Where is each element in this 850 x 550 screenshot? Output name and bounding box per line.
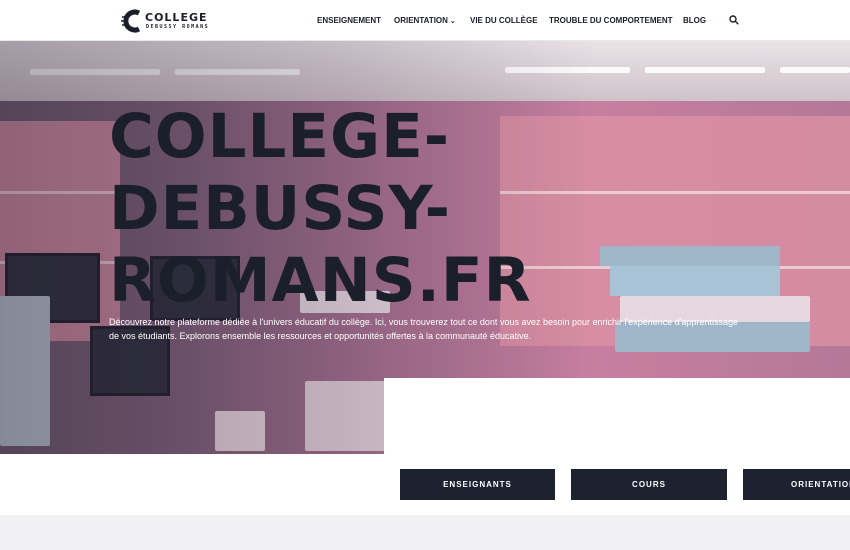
white-card bbox=[384, 378, 850, 468]
chevron-down-icon: ⌄ bbox=[449, 18, 456, 25]
nav-item-blog[interactable]: BLOG bbox=[683, 16, 706, 25]
hero-title-line: DEBUSSY- bbox=[109, 172, 451, 244]
footer-band bbox=[0, 515, 850, 550]
hero-description: Découvrez notre plateforme dédiée à l'un… bbox=[109, 317, 739, 342]
button-label: ORIENTATION bbox=[791, 480, 850, 489]
nav-item-vie-du-college[interactable]: VIE DU COLLÈGE bbox=[470, 16, 538, 25]
nav-label: ORIENTATION bbox=[394, 16, 448, 25]
orientation-button[interactable]: ORIENTATION bbox=[743, 469, 850, 500]
hero-title-line: COLLEGE- bbox=[109, 101, 451, 172]
site-logo[interactable]: COLLEGE DEBUSSY ROMANS bbox=[119, 9, 214, 33]
site-header: COLLEGE DEBUSSY ROMANS ENSEIGNEMENT ORIE… bbox=[0, 0, 850, 41]
nav-label: BLOG bbox=[683, 16, 707, 25]
search-icon[interactable] bbox=[729, 15, 739, 25]
nav-label: ENSEIGNEMENT bbox=[317, 16, 382, 25]
button-label: COURS bbox=[632, 480, 666, 489]
hero-title: COLLEGE- DEBUSSY- ROMANS.FR bbox=[109, 101, 549, 317]
hero-title-line: ROMANS.FR bbox=[109, 244, 532, 316]
button-label: ENSEIGNANTS bbox=[443, 480, 512, 489]
logo-subtitle: DEBUSSY ROMANS bbox=[146, 24, 210, 30]
nav-label: TROUBLE DU COMPORTEMENT bbox=[549, 16, 673, 25]
nav-item-orientation[interactable]: ORIENTATION ⌄ bbox=[394, 16, 456, 25]
logo-title: COLLEGE bbox=[145, 11, 208, 24]
cours-button[interactable]: COURS bbox=[571, 469, 727, 500]
enseignants-button[interactable]: ENSEIGNANTS bbox=[400, 469, 555, 500]
nav-label: VIE DU COLLÈGE bbox=[470, 16, 538, 25]
c-logo-icon bbox=[121, 9, 141, 33]
nav-item-enseignement[interactable]: ENSEIGNEMENT bbox=[317, 16, 381, 25]
nav-item-trouble-du-comportement[interactable]: TROUBLE DU COMPORTEMENT bbox=[549, 16, 673, 25]
